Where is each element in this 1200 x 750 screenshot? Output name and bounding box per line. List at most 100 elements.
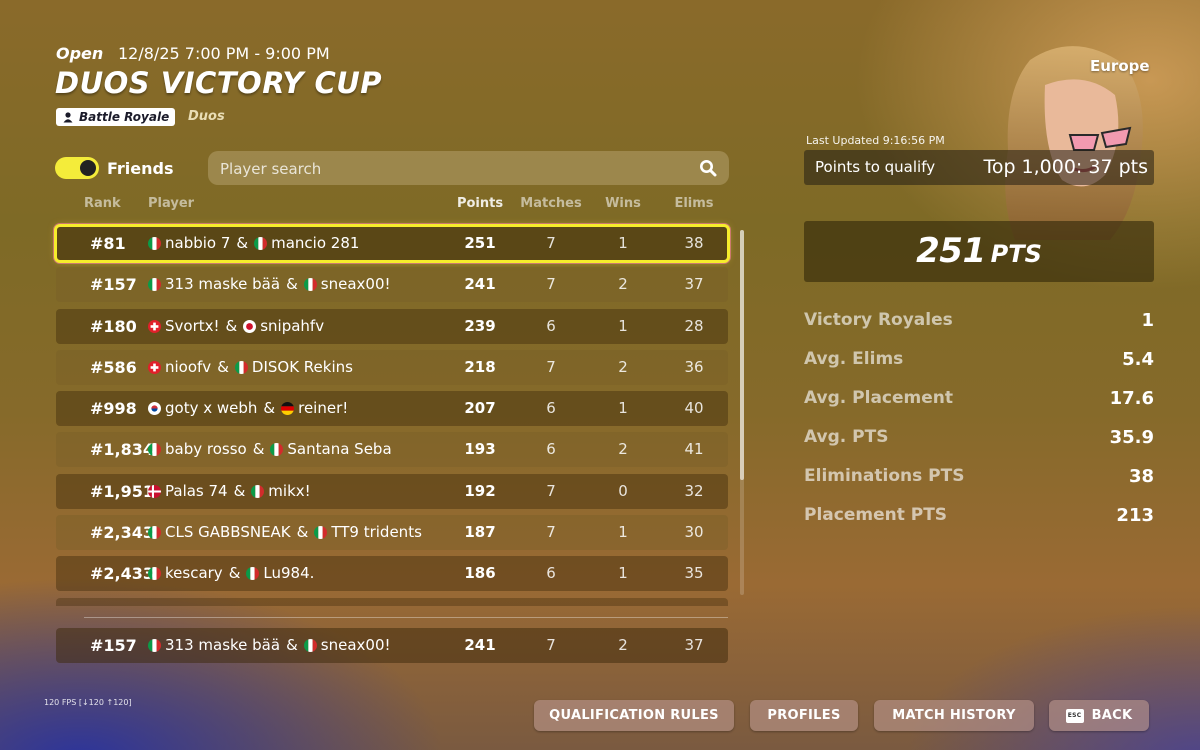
matches-cell: 6 [546,399,556,418]
player-name: TT9 tridents [331,523,422,542]
player-cell: baby rosso & Santana Seba [148,432,392,467]
table-row[interactable]: #1,951 Palas 74 & mikx! 192 7 0 32 [56,473,728,509]
total-points-value: 251 [916,231,986,271]
total-points-box: 251 PTS [804,221,1154,282]
points-cell: 218 [464,357,496,376]
player-cell: 313 maske bää & sneax00! [148,267,391,302]
player-separator: & [286,275,298,294]
flag-icon [314,526,328,540]
search-icon[interactable] [699,159,717,177]
wins-cell: 2 [618,440,628,459]
qualify-value: Top 1,000: 37 pts [983,156,1148,178]
rank-cell: #586 [90,357,137,377]
elims-cell: 37 [684,275,704,294]
flag-icon [148,443,161,457]
back-button[interactable]: ESC BACK [1049,700,1149,731]
friends-label: Friends [107,159,174,178]
profiles-button[interactable]: PROFILES [750,700,858,731]
stat-value-avg-placement: 17.6 [1109,388,1154,409]
player-cell: 313 maske bää & sneax00! [148,628,391,663]
wins-cell: 2 [618,357,628,376]
player-cell: nabbio 7 & mancio 281 [148,226,359,261]
flag-icon [148,526,161,540]
elims-cell: 36 [684,357,704,376]
points-cell: 251 [464,234,496,252]
player-name: snipahfv [260,316,325,335]
flag-icon [148,319,161,333]
flag-icon [148,237,161,250]
wins-cell: 1 [618,523,628,542]
stat-value-avg-elims: 5.4 [1122,349,1154,370]
table-row[interactable]: #586 nioofv & DISOK Rekins 218 7 2 36 [56,349,728,385]
table-row[interactable]: #998 goty x webh & reiner! 207 6 1 40 [56,391,728,427]
flag-icon [254,237,268,250]
column-header-matches: Matches [520,196,582,211]
column-header-elims: Elims [674,196,714,211]
flag-icon [148,278,161,292]
flag-icon [281,402,295,416]
rank-cell: #157 [90,636,137,655]
player-search-input[interactable] [218,151,692,187]
matches-cell: 6 [546,440,556,459]
elims-cell: 41 [684,440,704,459]
player-name: Palas 74 [165,481,228,500]
rank-cell: #2,343 [90,523,155,543]
matches-cell: 7 [546,636,556,654]
pinned-player-row[interactable]: #157 313 maske bää & sneax00! 241 7 2 37 [56,628,728,663]
column-header-player: Player [148,196,195,211]
event-date-range: 12/8/25 7:00 PM - 9:00 PM [118,44,330,63]
matches-cell: 7 [546,357,556,376]
matches-cell: 6 [546,564,556,583]
elims-cell: 37 [684,636,704,654]
player-name: nabbio 7 [165,234,231,252]
wins-cell: 1 [618,234,628,252]
table-row[interactable]: #1,834 baby rosso & Santana Seba 193 6 2 4… [56,432,728,468]
flag-icon [148,484,161,498]
qualify-box: Points to qualify Top 1,000: 37 pts [804,150,1154,185]
points-cell: 187 [464,523,496,542]
player-name: Santana Seba [287,440,392,459]
player-name: sneax00! [320,275,391,294]
rank-cell: #2,433 [90,564,155,584]
rank-cell: #81 [90,234,126,253]
player-name: mikx! [268,481,311,500]
points-cell: 207 [464,399,496,418]
scrollbar-thumb[interactable] [740,230,744,480]
points-cell: 239 [464,316,496,335]
player-separator: & [286,636,298,654]
player-separator: & [296,523,309,542]
friends-toggle[interactable] [55,157,99,179]
partial-row [56,598,728,606]
player-name: CLS GABBSNEAK [165,523,291,542]
elims-cell: 32 [684,481,704,500]
player-name: kescary [165,564,223,583]
flag-icon [251,484,265,498]
flag-icon [303,278,317,292]
points-cell: 241 [464,275,496,294]
rank-cell: #998 [90,399,137,419]
stat-value-elimination-pts: 38 [1128,466,1154,487]
flag-icon [234,360,248,374]
rank-cell: #1,834 [90,440,155,460]
flag-icon [243,319,257,333]
table-row[interactable]: #180 Svortx! & snipahfv 239 6 1 28 [56,308,728,344]
match-history-button[interactable]: MATCH HISTORY [874,700,1034,731]
mode-sub-label: Duos [188,109,225,124]
flag-icon [148,360,161,374]
rank-cell: #1,951 [90,481,155,501]
player-separator: & [263,399,276,418]
player-separator: & [228,564,241,583]
flag-icon [148,567,161,581]
points-cell: 192 [464,481,496,500]
player-cell: goty x webh & reiner! [148,391,348,426]
table-row[interactable]: #2,433 kescary & Lu984. 186 6 1 35 [56,556,728,592]
table-row[interactable]: #157 313 maske bää & sneax00! 241 7 2 37 [56,267,728,303]
qualification-rules-button[interactable]: QUALIFICATION RULES [534,700,734,731]
player-separator: & [236,234,249,252]
column-header-points: Points [456,196,504,211]
mode-badge: Battle Royale [56,108,176,126]
player-name: sneax00! [320,636,391,654]
table-row[interactable]: #2,343 CLS GABBSNEAK & TT9 tridents 187 7 … [56,515,728,551]
player-cell: kescary & Lu984. [148,556,314,591]
table-row[interactable]: #81 nabbio 7 & mancio 281 251 7 1 38 [54,224,730,263]
